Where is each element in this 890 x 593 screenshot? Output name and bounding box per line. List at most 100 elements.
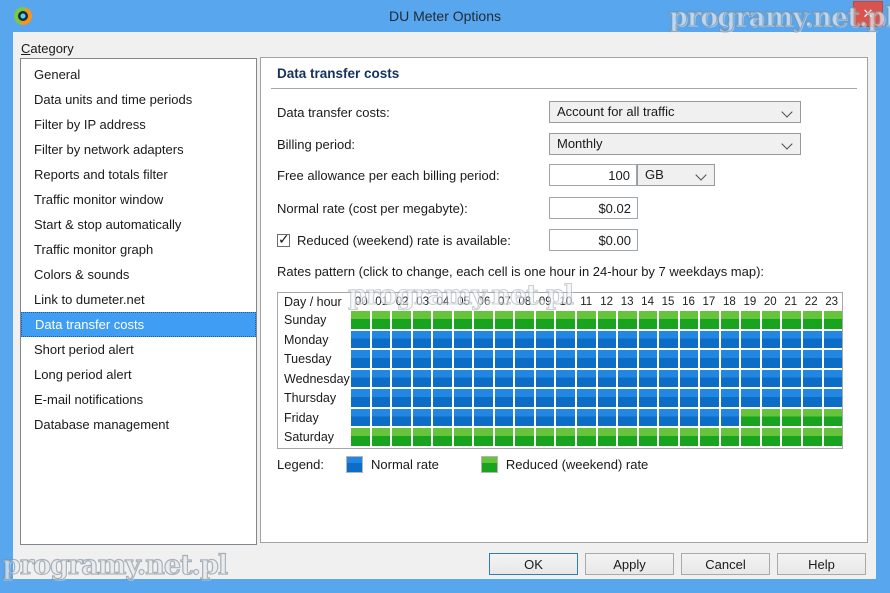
rate-cell-monday-10[interactable] <box>556 331 577 351</box>
rate-cell-tuesday-21[interactable] <box>782 350 803 370</box>
rate-cell-saturday-10[interactable] <box>556 428 577 448</box>
rate-cell-sunday-06[interactable] <box>474 311 495 331</box>
rate-cell-monday-05[interactable] <box>454 331 475 351</box>
rate-cell-wednesday-05[interactable] <box>454 370 475 390</box>
rate-cell-sunday-02[interactable] <box>392 311 413 331</box>
rate-cell-monday-20[interactable] <box>762 331 783 351</box>
rate-cell-sunday-20[interactable] <box>762 311 783 331</box>
rate-cell-saturday-21[interactable] <box>782 428 803 448</box>
rate-cell-thursday-18[interactable] <box>721 389 742 409</box>
rate-cell-tuesday-11[interactable] <box>577 350 598 370</box>
rate-cell-wednesday-13[interactable] <box>618 370 639 390</box>
rate-cell-saturday-02[interactable] <box>392 428 413 448</box>
rate-cell-thursday-21[interactable] <box>782 389 803 409</box>
rate-cell-thursday-15[interactable] <box>659 389 680 409</box>
sidebar-item-start-stop-automatically[interactable]: Start & stop automatically <box>21 212 256 237</box>
rate-cell-monday-21[interactable] <box>782 331 803 351</box>
rate-cell-friday-17[interactable] <box>700 409 721 429</box>
rate-cell-wednesday-20[interactable] <box>762 370 783 390</box>
rate-cell-tuesday-10[interactable] <box>556 350 577 370</box>
rate-cell-saturday-00[interactable] <box>351 428 372 448</box>
rate-cell-friday-01[interactable] <box>372 409 393 429</box>
rate-cell-thursday-06[interactable] <box>474 389 495 409</box>
rate-cell-thursday-08[interactable] <box>515 389 536 409</box>
rate-cell-tuesday-14[interactable] <box>639 350 660 370</box>
rate-cell-monday-06[interactable] <box>474 331 495 351</box>
rate-cell-saturday-08[interactable] <box>515 428 536 448</box>
rate-cell-monday-01[interactable] <box>372 331 393 351</box>
rate-cell-sunday-03[interactable] <box>413 311 434 331</box>
rate-cell-monday-03[interactable] <box>413 331 434 351</box>
rate-cell-thursday-03[interactable] <box>413 389 434 409</box>
rate-cell-tuesday-08[interactable] <box>515 350 536 370</box>
rate-cell-monday-16[interactable] <box>680 331 701 351</box>
rate-cell-saturday-22[interactable] <box>803 428 824 448</box>
rate-cell-monday-02[interactable] <box>392 331 413 351</box>
rate-cell-saturday-09[interactable] <box>536 428 557 448</box>
sidebar-item-short-period-alert[interactable]: Short period alert <box>21 337 256 362</box>
reduced-rate-input[interactable] <box>549 229 638 251</box>
rate-cell-tuesday-03[interactable] <box>413 350 434 370</box>
sidebar-item-data-transfer-costs[interactable]: Data transfer costs <box>21 312 256 337</box>
rate-cell-wednesday-17[interactable] <box>700 370 721 390</box>
rate-cell-friday-21[interactable] <box>782 409 803 429</box>
rate-cell-friday-20[interactable] <box>762 409 783 429</box>
rate-cell-monday-09[interactable] <box>536 331 557 351</box>
rate-cell-thursday-04[interactable] <box>433 389 454 409</box>
rate-cell-sunday-14[interactable] <box>639 311 660 331</box>
sidebar-item-traffic-monitor-window[interactable]: Traffic monitor window <box>21 187 256 212</box>
rate-cell-wednesday-07[interactable] <box>495 370 516 390</box>
rate-cell-tuesday-23[interactable] <box>824 350 843 370</box>
rate-cell-saturday-05[interactable] <box>454 428 475 448</box>
rate-cell-wednesday-12[interactable] <box>598 370 619 390</box>
normal-rate-input[interactable] <box>549 197 638 219</box>
rate-cell-monday-07[interactable] <box>495 331 516 351</box>
sidebar-item-database-management[interactable]: Database management <box>21 412 256 437</box>
rate-cell-sunday-22[interactable] <box>803 311 824 331</box>
rate-cell-wednesday-14[interactable] <box>639 370 660 390</box>
rate-cell-friday-09[interactable] <box>536 409 557 429</box>
billing-period-select[interactable]: Monthly <box>549 133 801 155</box>
rate-cell-sunday-16[interactable] <box>680 311 701 331</box>
rate-cell-sunday-08[interactable] <box>515 311 536 331</box>
rate-cell-thursday-09[interactable] <box>536 389 557 409</box>
rate-cell-friday-03[interactable] <box>413 409 434 429</box>
close-button[interactable]: ✕ <box>853 1 883 27</box>
rate-cell-wednesday-22[interactable] <box>803 370 824 390</box>
help-button[interactable]: Help <box>777 553 866 575</box>
rate-cell-monday-23[interactable] <box>824 331 843 351</box>
rate-cell-thursday-22[interactable] <box>803 389 824 409</box>
rate-cell-wednesday-19[interactable] <box>741 370 762 390</box>
rate-cell-saturday-12[interactable] <box>598 428 619 448</box>
rate-cell-saturday-03[interactable] <box>413 428 434 448</box>
rate-cell-wednesday-01[interactable] <box>372 370 393 390</box>
free-allowance-input[interactable] <box>549 164 637 186</box>
rate-cell-friday-16[interactable] <box>680 409 701 429</box>
sidebar-item-long-period-alert[interactable]: Long period alert <box>21 362 256 387</box>
rate-cell-friday-15[interactable] <box>659 409 680 429</box>
rate-cell-sunday-17[interactable] <box>700 311 721 331</box>
rate-cell-tuesday-16[interactable] <box>680 350 701 370</box>
rate-cell-tuesday-20[interactable] <box>762 350 783 370</box>
rate-cell-thursday-10[interactable] <box>556 389 577 409</box>
rate-cell-sunday-07[interactable] <box>495 311 516 331</box>
rate-cell-tuesday-07[interactable] <box>495 350 516 370</box>
rate-cell-sunday-11[interactable] <box>577 311 598 331</box>
rate-cell-wednesday-04[interactable] <box>433 370 454 390</box>
rate-cell-saturday-17[interactable] <box>700 428 721 448</box>
rate-cell-tuesday-09[interactable] <box>536 350 557 370</box>
sidebar-item-filter-by-network-adapters[interactable]: Filter by network adapters <box>21 137 256 162</box>
rate-cell-friday-04[interactable] <box>433 409 454 429</box>
rate-cell-thursday-00[interactable] <box>351 389 372 409</box>
rate-cell-tuesday-17[interactable] <box>700 350 721 370</box>
rate-cell-wednesday-02[interactable] <box>392 370 413 390</box>
rate-cell-sunday-01[interactable] <box>372 311 393 331</box>
rate-cell-monday-18[interactable] <box>721 331 742 351</box>
rate-cell-tuesday-04[interactable] <box>433 350 454 370</box>
rate-cell-saturday-04[interactable] <box>433 428 454 448</box>
rate-cell-sunday-21[interactable] <box>782 311 803 331</box>
rate-cell-monday-00[interactable] <box>351 331 372 351</box>
rate-cell-thursday-19[interactable] <box>741 389 762 409</box>
rate-cell-wednesday-18[interactable] <box>721 370 742 390</box>
sidebar-item-filter-by-ip-address[interactable]: Filter by IP address <box>21 112 256 137</box>
